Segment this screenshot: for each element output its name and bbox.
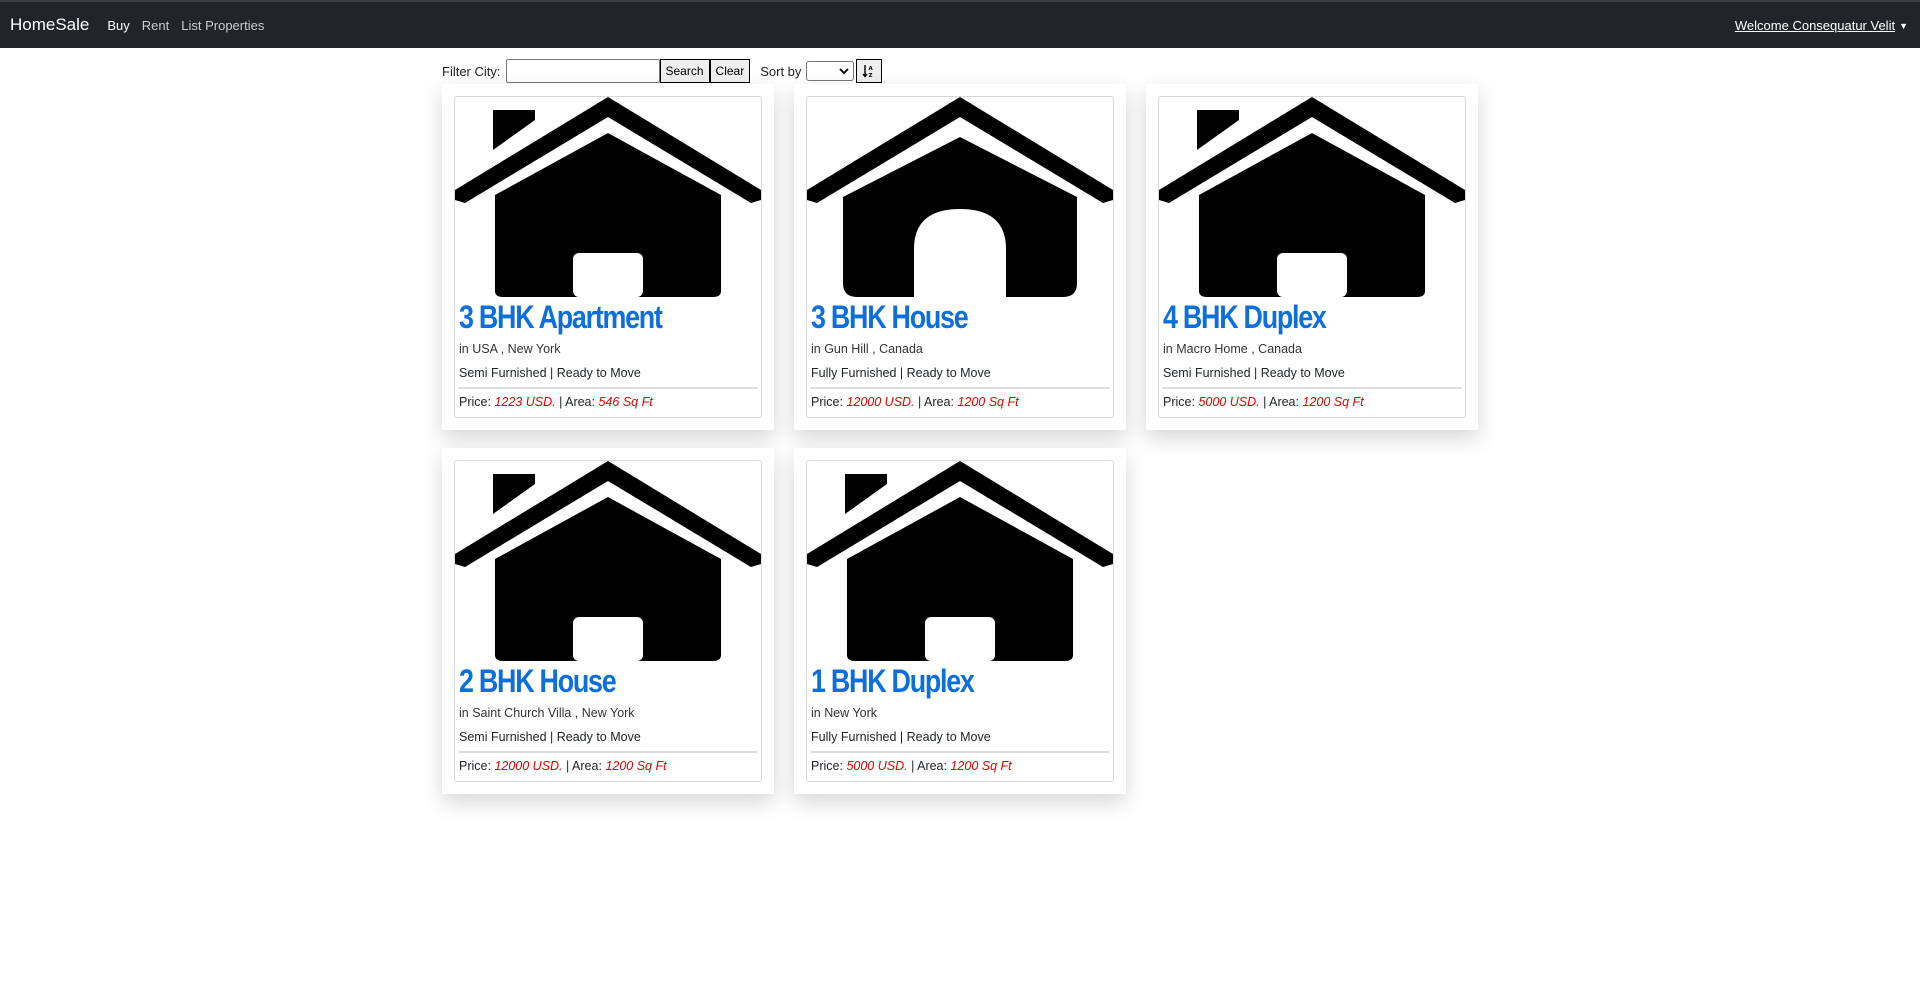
property-title[interactable]: 3 BHK House	[811, 299, 969, 336]
property-tags: Semi Furnished | Ready to Move	[459, 730, 641, 744]
price-label: Price:	[459, 759, 491, 773]
top-navbar: HomeSale Buy Rent List Properties Welcom…	[0, 0, 1920, 48]
svg-text:Z: Z	[869, 73, 873, 78]
house-arch-icon	[807, 97, 1113, 297]
area-label: | Area:	[911, 759, 947, 773]
sort-alpha-down-icon: A Z	[862, 65, 874, 78]
area-value: 546 Sq Ft	[598, 395, 653, 409]
sort-by-label: Sort by	[760, 63, 802, 79]
house-chimney-icon	[455, 97, 761, 297]
property-title[interactable]: 4 BHK Duplex	[1163, 299, 1327, 336]
price-label: Price:	[811, 759, 843, 773]
area-label: | Area:	[566, 759, 602, 773]
svg-text:A: A	[869, 66, 874, 72]
divider	[811, 751, 1109, 753]
property-card-body: 1 BHK Duplex in New York Fully Furnished…	[806, 460, 1114, 782]
area-value: 1200 Sq Ft	[957, 395, 1019, 409]
property-card[interactable]: 2 BHK House in Saint Church Villa , New …	[442, 448, 774, 794]
search-button[interactable]: Search	[659, 59, 710, 83]
property-title[interactable]: 3 BHK Apartment	[459, 299, 663, 336]
filter-city-input[interactable]	[505, 59, 660, 83]
property-card-body: 4 BHK Duplex in Macro Home , Canada Semi…	[1158, 96, 1466, 418]
property-tags: Fully Furnished | Ready to Move	[811, 366, 991, 380]
area-value: 1200 Sq Ft	[605, 759, 667, 773]
property-card-body: 3 BHK House in Gun Hill , Canada Fully F…	[806, 96, 1114, 418]
property-tags: Semi Furnished | Ready to Move	[459, 366, 641, 380]
property-price-area: Price: 5000 USD. | Area: 1200 Sq Ft	[1163, 395, 1364, 409]
price-label: Price:	[459, 395, 491, 409]
caret-down-icon: ▼	[1899, 21, 1908, 31]
price-value: 12000 USD.	[494, 759, 563, 773]
filter-bar: Filter City: Search Clear Sort by A Z	[442, 59, 883, 83]
area-value: 1200 Sq Ft	[950, 759, 1012, 773]
area-value: 1200 Sq Ft	[1302, 395, 1364, 409]
divider	[811, 387, 1109, 389]
area-label: | Area:	[1263, 395, 1299, 409]
property-card-body: 2 BHK House in Saint Church Villa , New …	[454, 460, 762, 782]
nav-link-rent[interactable]: Rent	[142, 18, 169, 33]
chevron-down-icon	[839, 67, 850, 74]
sort-direction-button[interactable]: A Z	[856, 59, 883, 83]
house-chimney-icon	[455, 461, 761, 661]
property-price-area: Price: 5000 USD. | Area: 1200 Sq Ft	[811, 759, 1012, 773]
price-label: Price:	[1163, 395, 1195, 409]
price-value: 1223 USD.	[494, 395, 556, 409]
area-label: | Area:	[918, 395, 954, 409]
price-value: 5000 USD.	[1198, 395, 1260, 409]
property-card[interactable]: 3 BHK House in Gun Hill , Canada Fully F…	[794, 84, 1126, 430]
user-menu-dropdown[interactable]: Welcome Consequatur Velit ▼	[1735, 18, 1908, 33]
property-location: in New York	[811, 706, 878, 720]
sort-by-select[interactable]	[806, 61, 855, 81]
property-card-body: 3 BHK Apartment in USA , New York Semi F…	[454, 96, 762, 418]
property-location: in Macro Home , Canada	[1163, 342, 1302, 356]
property-location: in Saint Church Villa , New York	[459, 706, 635, 720]
area-label: | Area:	[559, 395, 595, 409]
property-tags: Semi Furnished | Ready to Move	[1163, 366, 1345, 380]
house-chimney-icon	[1159, 97, 1465, 297]
price-value: 12000 USD.	[846, 395, 915, 409]
property-price-area: Price: 12000 USD. | Area: 1200 Sq Ft	[459, 759, 667, 773]
user-greeting: Welcome Consequatur Velit	[1734, 18, 1896, 33]
house-chimney-icon	[807, 461, 1113, 661]
nav-link-list-properties[interactable]: List Properties	[181, 18, 264, 33]
price-label: Price:	[811, 395, 843, 409]
divider	[459, 387, 757, 389]
clear-button[interactable]: Clear	[709, 59, 751, 83]
property-title[interactable]: 1 BHK Duplex	[811, 663, 975, 700]
property-location: in USA , New York	[459, 342, 561, 356]
property-card[interactable]: 3 BHK Apartment in USA , New York Semi F…	[442, 84, 774, 430]
filter-city-label: Filter City:	[442, 63, 501, 79]
brand-logo[interactable]: HomeSale	[10, 15, 89, 35]
property-card[interactable]: 1 BHK Duplex in New York Fully Furnished…	[794, 448, 1126, 794]
property-tags: Fully Furnished | Ready to Move	[811, 730, 991, 744]
property-price-area: Price: 12000 USD. | Area: 1200 Sq Ft	[811, 395, 1019, 409]
property-location: in Gun Hill , Canada	[811, 342, 923, 356]
nav-link-buy[interactable]: Buy	[107, 18, 129, 33]
property-card[interactable]: 4 BHK Duplex in Macro Home , Canada Semi…	[1146, 84, 1478, 430]
divider	[459, 751, 757, 753]
property-price-area: Price: 1223 USD. | Area: 546 Sq Ft	[459, 395, 653, 409]
price-value: 5000 USD.	[846, 759, 908, 773]
divider	[1163, 387, 1461, 389]
property-title[interactable]: 2 BHK House	[459, 663, 617, 700]
